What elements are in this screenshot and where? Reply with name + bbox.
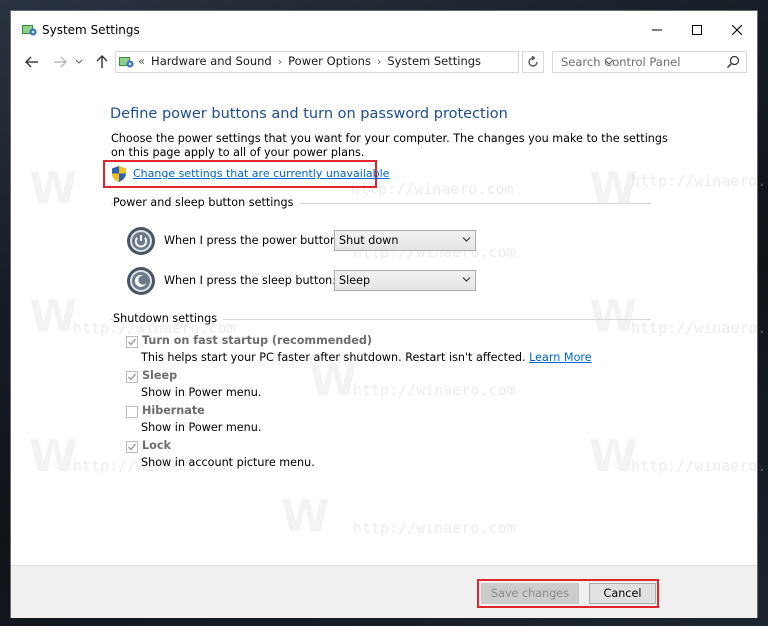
sleep-checkbox[interactable] <box>126 371 138 383</box>
control-panel-icon <box>118 54 134 70</box>
chevron-down-icon <box>462 237 471 242</box>
breadcrumb-system-settings[interactable]: System Settings <box>387 54 481 68</box>
forward-button[interactable] <box>51 53 69 71</box>
page-description: Choose the power settings that you want … <box>111 132 668 159</box>
watermark-logo: W <box>29 431 78 482</box>
sleep-option-description: Show in Power menu. <box>141 386 262 399</box>
lock-checkbox[interactable] <box>126 441 138 453</box>
search-icon[interactable] <box>726 55 740 69</box>
fast-startup-description: This helps start your PC faster after sh… <box>141 351 592 364</box>
watermark-logo: W <box>589 291 638 342</box>
title-bar[interactable]: System Settings <box>11 11 757 49</box>
watermark-logo: W <box>589 431 638 482</box>
content-area: W W W W W W W W http://winaero.com http:… <box>11 75 768 565</box>
footer-bar: Save changes Cancel <box>11 565 757 618</box>
back-button[interactable] <box>23 53 41 71</box>
breadcrumb-hardware-and-sound[interactable]: Hardware and Sound <box>151 54 272 68</box>
refresh-button[interactable] <box>522 51 544 73</box>
search-placeholder: Search Control Panel <box>561 55 681 69</box>
minimize-button[interactable] <box>637 11 677 49</box>
fast-startup-checkbox[interactable] <box>126 336 138 348</box>
breadcrumb-power-options[interactable]: Power Options <box>288 54 371 68</box>
hibernate-checkbox[interactable] <box>126 406 138 418</box>
control-panel-icon <box>21 22 37 38</box>
learn-more-link[interactable]: Learn More <box>529 351 592 364</box>
sleep-button-value: Sleep <box>339 274 371 287</box>
change-settings-highlight: Change settings that are currently unava… <box>103 160 389 188</box>
save-changes-button[interactable]: Save changes <box>481 583 579 604</box>
search-input[interactable]: Search Control Panel <box>552 51 747 73</box>
recent-locations-chevron-icon[interactable] <box>73 53 85 71</box>
maximize-button[interactable] <box>677 11 717 49</box>
shutdown-section-title: Shutdown settings <box>113 312 224 325</box>
breadcrumb: « Hardware and Sound › Power Options › S… <box>138 54 481 68</box>
breadcrumb-separator[interactable]: › <box>377 55 381 68</box>
watermark-text: http://winaero.com <box>631 319 768 337</box>
sleep-option-label: Sleep <box>142 369 178 382</box>
sleep-button-icon <box>126 266 156 296</box>
power-button-icon <box>126 226 156 256</box>
close-button[interactable] <box>717 11 757 49</box>
lock-option-description: Show in account picture menu. <box>141 456 315 469</box>
watermark-logo: W <box>589 163 638 214</box>
power-sleep-section-title: Power and sleep button settings <box>113 196 300 209</box>
sleep-button-select[interactable]: Sleep <box>334 270 476 291</box>
watermark-logo: W <box>29 291 78 342</box>
breadcrumb-overflow[interactable]: « <box>138 54 145 68</box>
power-button-value: Shut down <box>339 234 399 247</box>
fast-startup-desc-text: This helps start your PC faster after sh… <box>141 351 526 364</box>
chevron-down-icon <box>462 277 471 282</box>
hibernate-option-label: Hibernate <box>142 404 205 417</box>
up-button[interactable] <box>93 53 111 71</box>
sleep-button-label: When I press the sleep button: <box>164 274 337 287</box>
change-settings-link[interactable]: Change settings that are currently unava… <box>133 167 389 180</box>
watermark-text: http://winaero.com <box>631 457 768 475</box>
watermark-logo: W <box>281 491 330 542</box>
system-settings-window: System Settings « Hardware and Sound › P… <box>10 10 768 618</box>
navigation-bar: « Hardware and Sound › Power Options › S… <box>11 49 757 75</box>
refresh-icon <box>528 56 538 67</box>
address-bar[interactable]: « Hardware and Sound › Power Options › S… <box>115 51 614 73</box>
uac-shield-icon <box>112 166 126 182</box>
watermark-logo: W <box>29 163 78 214</box>
power-button-select[interactable]: Shut down <box>334 230 476 251</box>
checkmark-icon <box>128 338 137 346</box>
lock-option-label: Lock <box>142 439 171 452</box>
breadcrumb-separator[interactable]: › <box>278 55 282 68</box>
watermark-text: http://winaero.com <box>631 172 768 190</box>
watermark-text: http://winaero.com <box>353 381 516 399</box>
fast-startup-label: Turn on fast startup (recommended) <box>142 334 373 347</box>
hibernate-option-description: Show in Power menu. <box>141 421 262 434</box>
window-title: System Settings <box>42 23 140 37</box>
checkmark-icon <box>128 373 137 381</box>
watermark-text: http://winaero.com <box>353 519 516 537</box>
checkmark-icon <box>128 443 137 451</box>
cancel-button[interactable]: Cancel <box>589 583 656 604</box>
page-title: Define power buttons and turn on passwor… <box>110 106 508 122</box>
power-button-label: When I press the power button: <box>164 234 341 247</box>
